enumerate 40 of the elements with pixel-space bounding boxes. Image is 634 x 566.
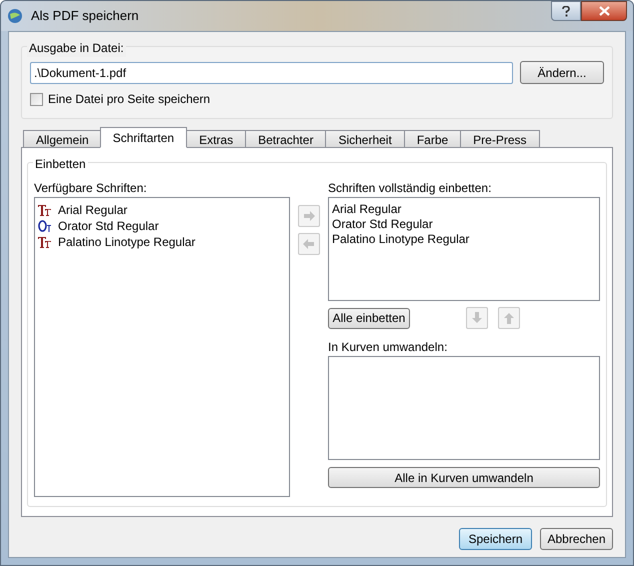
truetype-font-icon	[38, 236, 52, 248]
outline-list[interactable]	[328, 356, 600, 460]
close-button[interactable]	[581, 1, 627, 21]
help-icon	[562, 6, 570, 16]
truetype-font-icon	[38, 204, 52, 216]
tab[interactable]: Schriftarten	[100, 127, 188, 148]
font-item[interactable]: Orator Std Regular	[58, 217, 159, 235]
embed-list[interactable]: Arial Regular Orator Std Regular Palatino Linotype Regular	[328, 197, 600, 301]
font-item[interactable]: Palatino Linotype Regular	[332, 230, 596, 245]
window-title: Als PDF speichern	[31, 7, 139, 26]
file-path-field[interactable]: .\Dokument-1.pdf	[30, 62, 513, 84]
arrow-icon	[302, 209, 316, 223]
font-item[interactable]: Arial Regular	[332, 200, 596, 215]
arrow-icon	[502, 311, 516, 325]
tab[interactable]: Sicherheit	[325, 130, 405, 148]
list-label: Schriften vollständig einbetten:	[328, 180, 492, 197]
help-button[interactable]	[551, 1, 581, 21]
tab[interactable]: Extras	[186, 130, 246, 148]
opentype-font-icon	[38, 220, 52, 232]
font-item[interactable]: Palatino Linotype Regular	[58, 233, 196, 251]
list-label: In Kurven umwandeln:	[328, 339, 448, 356]
font-item[interactable]: Orator Std Regular	[332, 215, 596, 230]
close-icon	[598, 6, 610, 16]
checkbox-label[interactable]: Eine Datei pro Seite speichern	[48, 90, 210, 108]
font-list[interactable]: Arial Regular Orator Std Regular Palatino Linotype Regular	[34, 197, 290, 497]
font-item[interactable]: Arial Regular	[58, 201, 128, 219]
tab[interactable]: Pre-Press	[460, 130, 540, 148]
dialog-button[interactable]: Speichern	[459, 528, 532, 550]
arrow-icon	[470, 311, 484, 325]
tab[interactable]: Betrachter	[245, 130, 326, 148]
arrow-icon	[302, 237, 316, 251]
embed-all-button[interactable]: Alle einbetten	[328, 308, 410, 328]
change-button[interactable]: Ändern...	[520, 61, 604, 84]
dialog-button[interactable]: Abbrechen	[540, 528, 613, 550]
tab[interactable]: Allgemein	[23, 130, 102, 148]
tab[interactable]: Farbe	[404, 130, 462, 148]
globe-icon	[7, 8, 23, 24]
list-label: Verfügbare Schriften:	[34, 180, 148, 197]
convert-all-button[interactable]: Alle in Kurven umwandeln	[328, 467, 600, 488]
checkbox[interactable]	[30, 92, 43, 106]
